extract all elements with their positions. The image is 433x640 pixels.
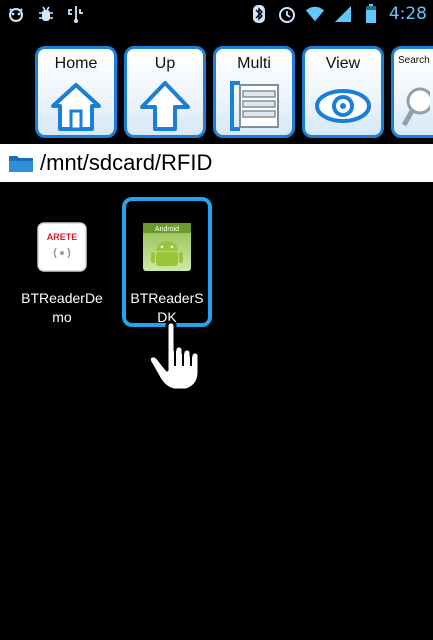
hand-pointer-icon [146, 320, 208, 394]
arete-logo-text: ARETE [47, 232, 78, 242]
file-item-btreadersdk[interactable]: Android BTReaderS DK [122, 197, 212, 327]
alarm-icon [277, 4, 297, 24]
view-button[interactable]: View [302, 46, 384, 138]
up-button[interactable]: Up [124, 46, 206, 138]
eye-icon [305, 77, 381, 135]
status-bar: 4:28 [0, 0, 433, 30]
file-name-line2: mo [52, 309, 72, 325]
list-icon [216, 77, 292, 135]
search-icon [394, 77, 433, 135]
file-name: BTReaderDe mo [17, 289, 107, 327]
home-button[interactable]: Home [35, 46, 117, 138]
arete-app-icon: ARETE [36, 221, 88, 273]
bluetooth-icon [249, 4, 269, 24]
usb-bug-icon [36, 4, 56, 24]
home-icon [38, 77, 114, 135]
path-bar[interactable]: /mnt/sdcard/RFID [0, 144, 433, 182]
multi-button[interactable]: Multi [213, 46, 295, 138]
clock-time: 4:28 [388, 4, 427, 24]
android-icon-text: Android [155, 226, 179, 233]
search-button[interactable]: Search [391, 46, 433, 138]
multi-button-label: Multi [237, 55, 271, 72]
battery-icon [361, 4, 381, 24]
android-debug-icon [6, 4, 26, 24]
file-name-line1: BTReaderS [130, 290, 204, 306]
file-name-line1: BTReaderDe [21, 290, 103, 306]
search-button-label: Search [398, 55, 430, 66]
folder-icon [8, 153, 34, 173]
android-app-icon: Android [141, 221, 193, 273]
usb-icon [66, 4, 86, 24]
view-button-label: View [325, 55, 361, 72]
file-item-btreaderdemo[interactable]: ARETE BTReaderDe mo [17, 197, 107, 327]
signal-icon [333, 4, 353, 24]
up-arrow-icon [127, 77, 203, 135]
home-button-label: Home [54, 55, 98, 72]
toolbar: Home Up Multi View Search [0, 30, 433, 138]
wifi-icon [305, 4, 325, 24]
phone-screen: 4:28 Home Up Multi View Search /mnt/sdca… [0, 0, 433, 640]
up-button-label: Up [154, 55, 176, 72]
current-path: /mnt/sdcard/RFID [40, 150, 213, 175]
